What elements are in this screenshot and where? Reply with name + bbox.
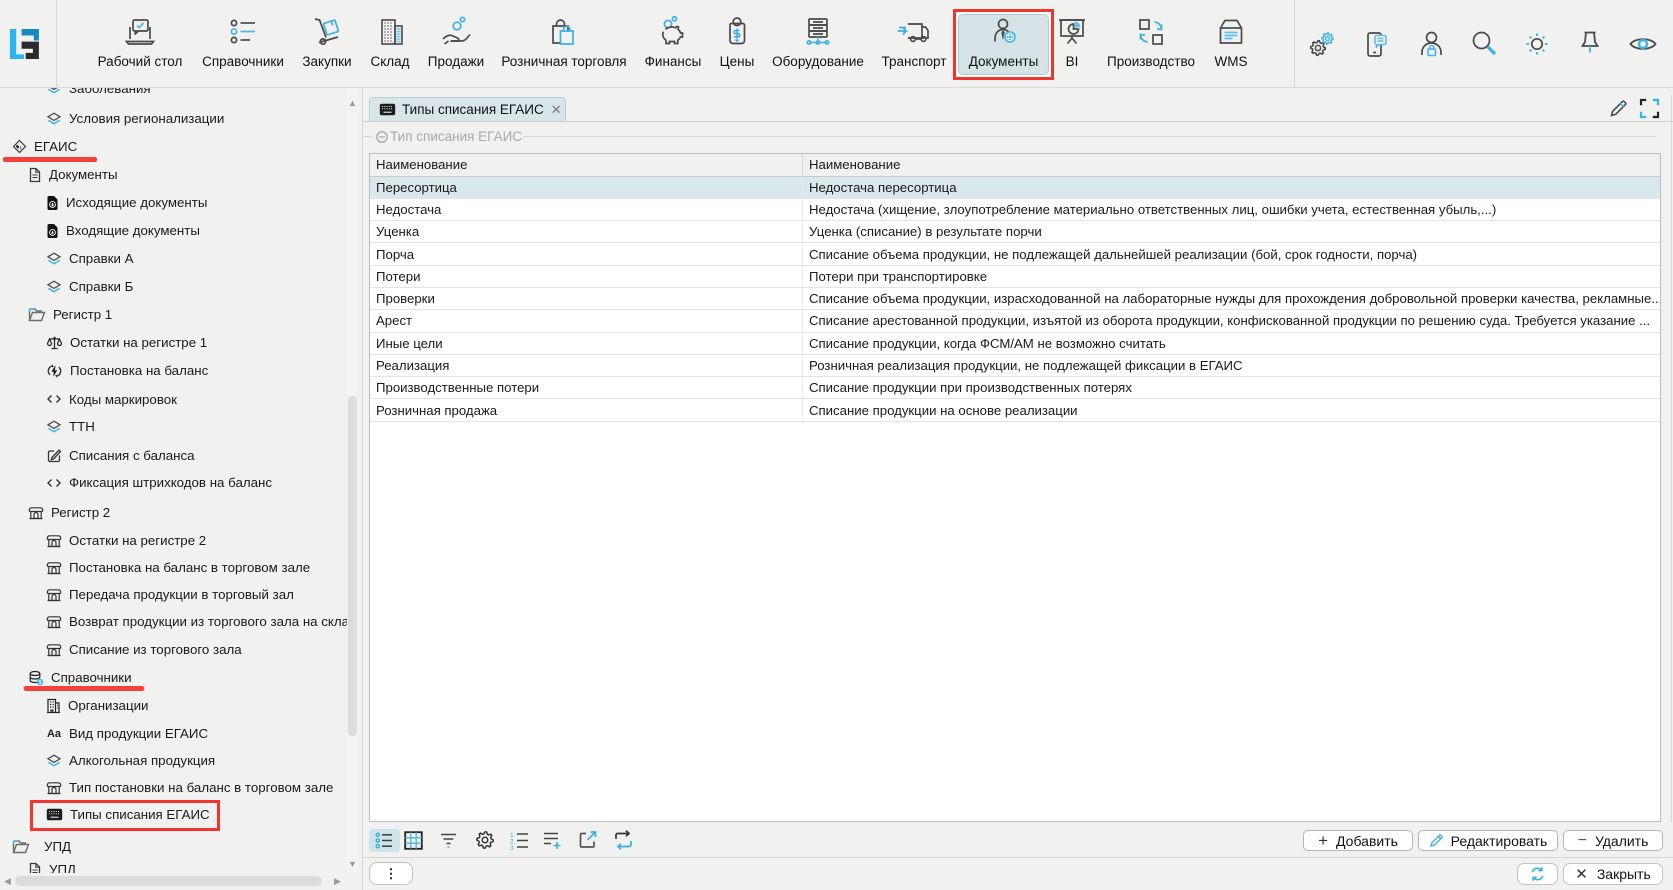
- svg-text:3: 3: [510, 845, 514, 850]
